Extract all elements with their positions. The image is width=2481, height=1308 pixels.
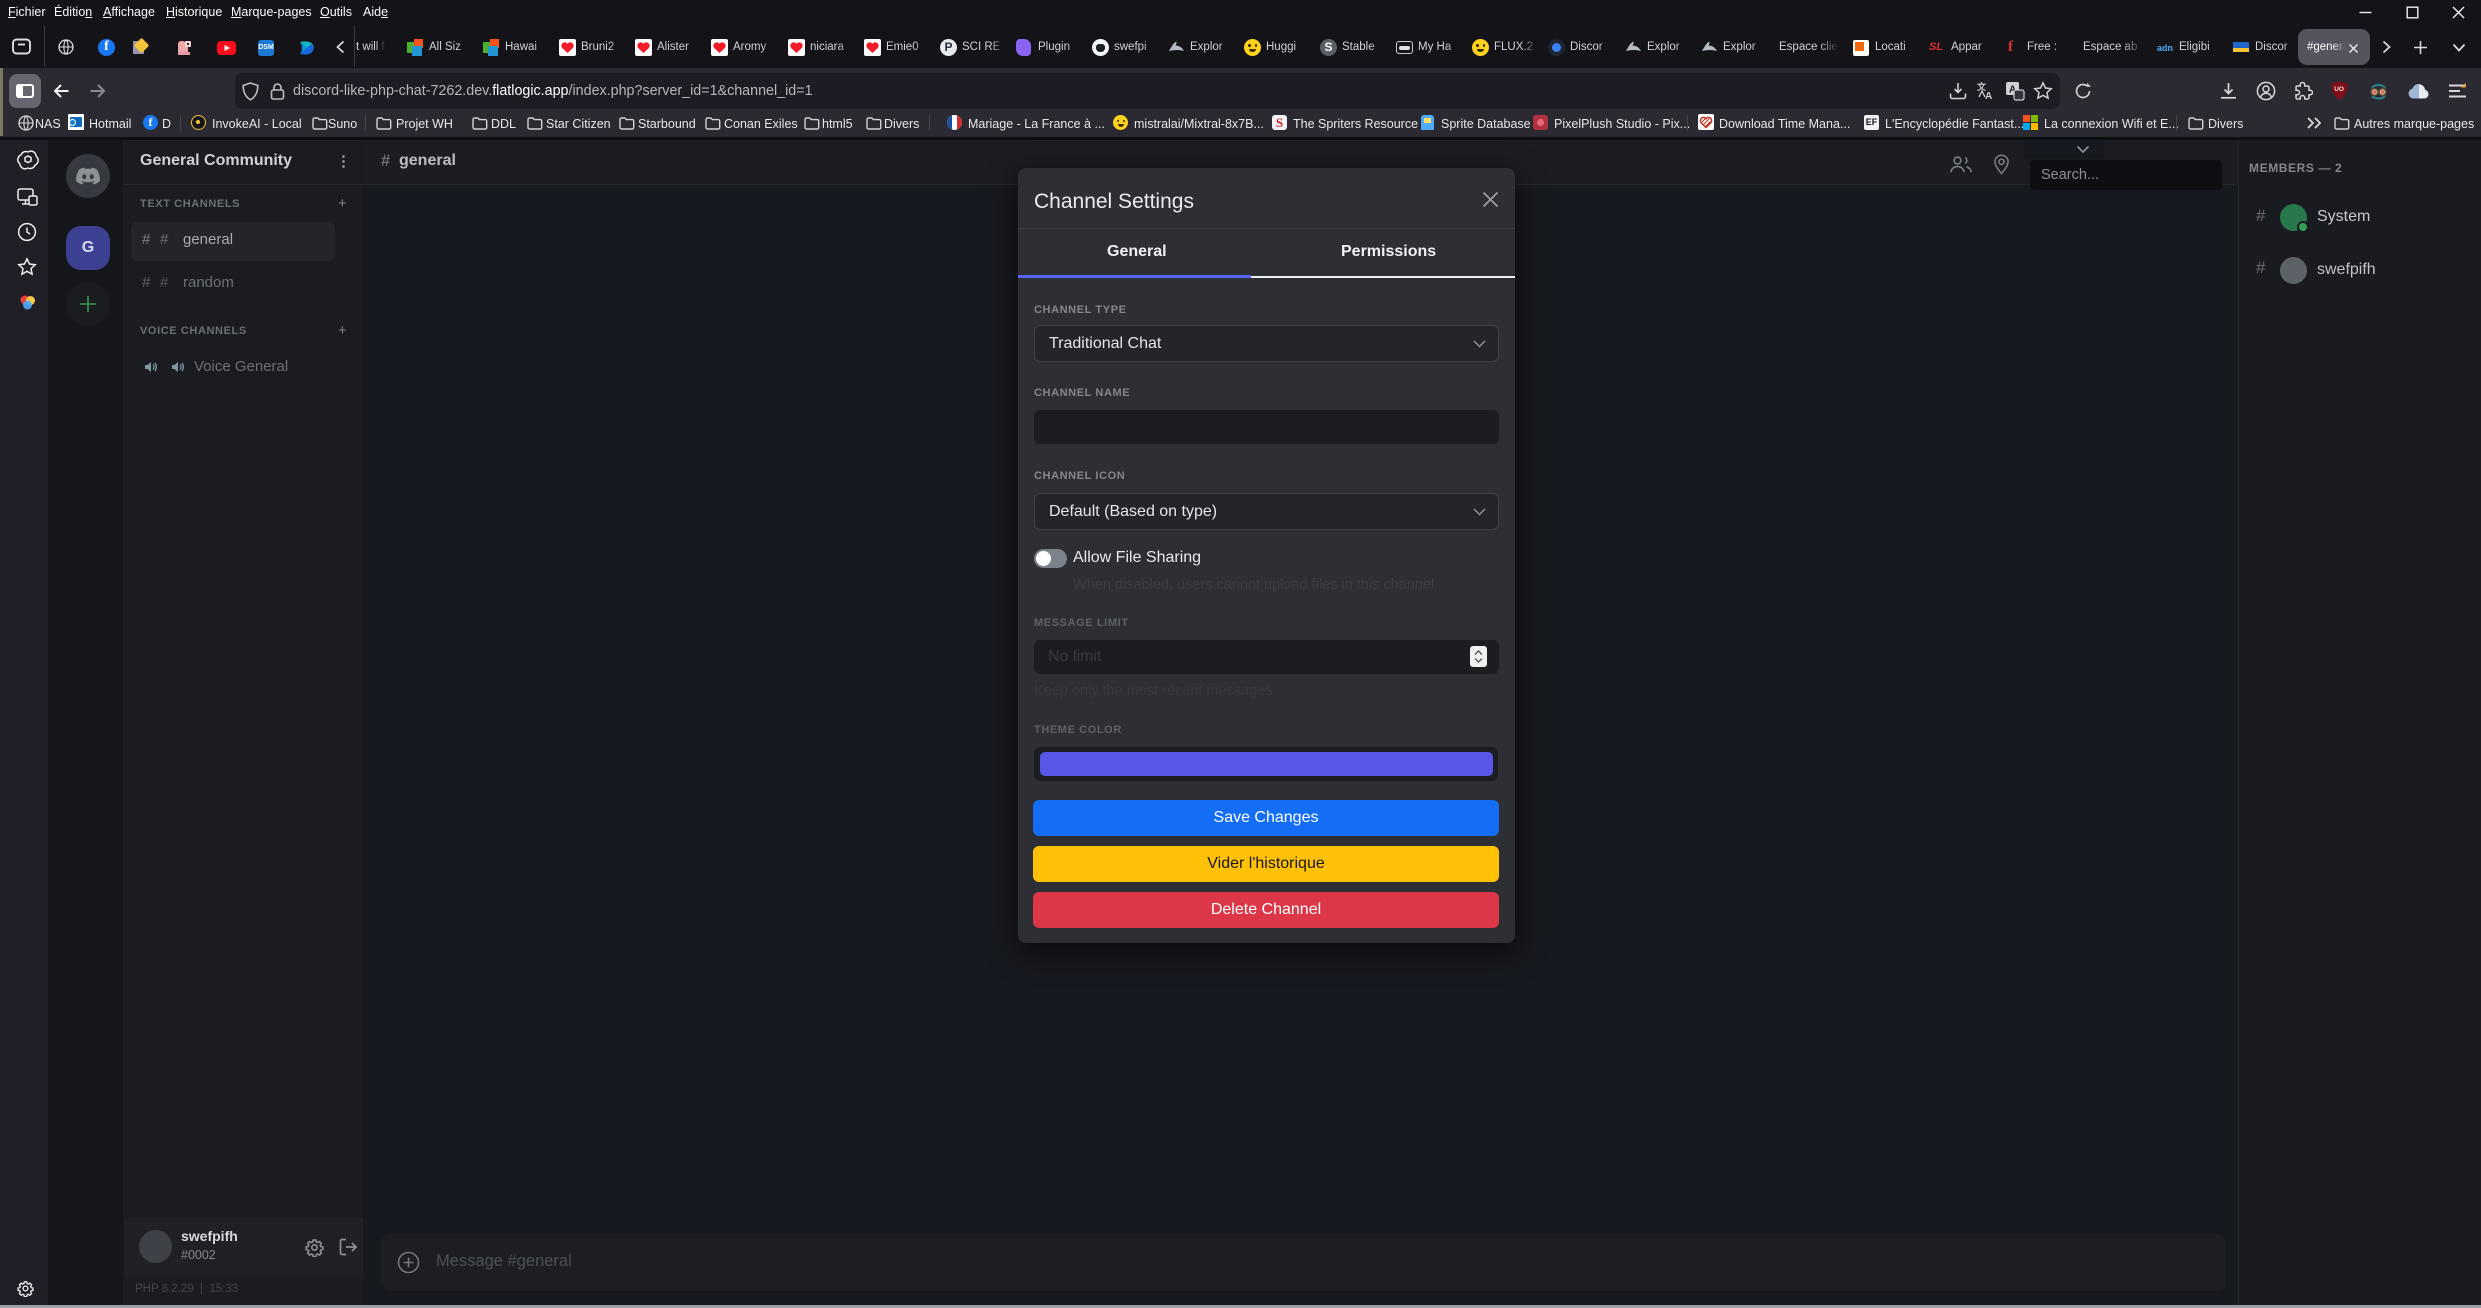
svg-text:A: A: [1985, 91, 1992, 101]
svg-text:UO: UO: [2334, 86, 2344, 93]
